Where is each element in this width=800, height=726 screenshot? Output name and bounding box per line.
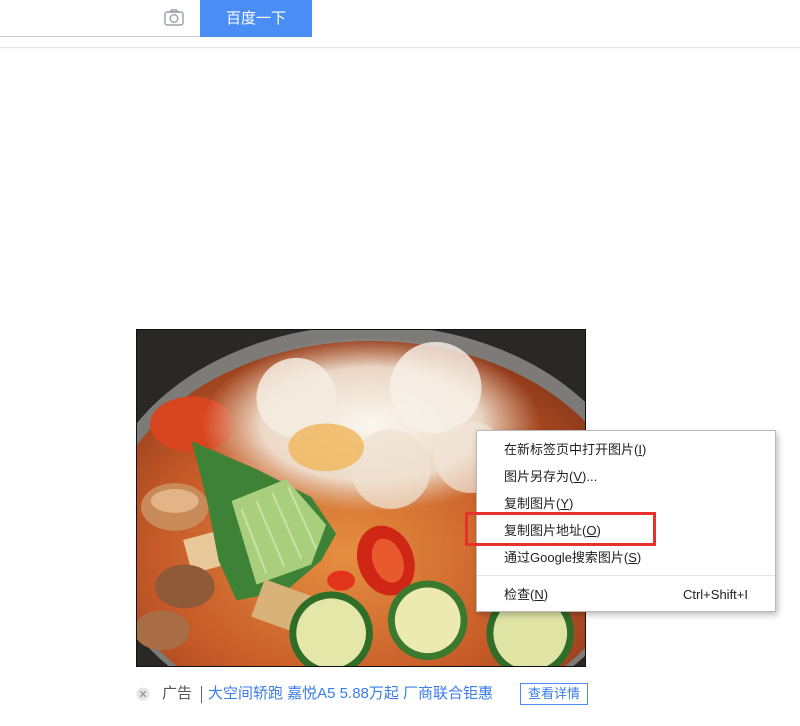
menu-separator <box>477 575 775 576</box>
header-divider <box>0 47 800 48</box>
camera-icon-graphic <box>164 9 184 26</box>
menu-item-label: 复制图片地址(O) <box>504 523 601 538</box>
mnemonic-key: O <box>586 523 597 538</box>
zucchini-flesh <box>296 598 366 666</box>
ad-tag: 广告 <box>162 685 193 702</box>
mnemonic-key: I <box>638 442 642 457</box>
menu-item-search-google-for-image[interactable]: 通过Google搜索图片(S) <box>477 544 775 571</box>
mnemonic-key: N <box>534 587 544 602</box>
ad-detail-button[interactable]: 查看详情 <box>520 683 588 705</box>
close-circle-icon-graphic <box>136 687 150 701</box>
camera-icon[interactable] <box>163 8 185 28</box>
ad-divider <box>201 686 202 703</box>
camera-body <box>164 11 184 26</box>
menu-item-shortcut: Ctrl+Shift+I <box>682 587 748 602</box>
search-button[interactable]: 百度一下 <box>200 0 312 37</box>
menu-item-label: 检查(N) <box>504 587 549 602</box>
egg-yolk <box>288 423 364 472</box>
mnemonic-key: V <box>573 469 583 484</box>
ad-row: 广告 大空间轿跑 嘉悦A5 5.88万起 厂商联合钜惠 查看详情 <box>0 683 800 705</box>
ad-link[interactable]: 大空间轿跑 嘉悦A5 5.88万起 厂商联合钜惠 <box>208 683 493 705</box>
menu-item-label: 通过Google搜索图片(S) <box>504 550 642 565</box>
menu-item-save-image-as[interactable]: 图片另存为(V)... <box>477 463 775 490</box>
menu-item-copy-image-address[interactable]: 复制图片地址(O) <box>477 517 775 544</box>
foam-bubble <box>389 341 482 434</box>
mnemonic-key: S <box>628 550 637 565</box>
menu-item-label: 在新标签页中打开图片(I) <box>504 442 647 457</box>
close-circle-icon[interactable] <box>136 687 150 701</box>
mushroom-gill <box>150 489 199 513</box>
menu-item-inspect[interactable]: 检查(N) Ctrl+Shift+I <box>477 581 775 608</box>
mushroom-cap <box>154 564 215 609</box>
mnemonic-key: Y <box>560 496 570 511</box>
foam-bubble <box>351 429 431 509</box>
menu-item-label: 图片另存为(V)... <box>504 469 598 484</box>
menu-item-open-in-new-tab[interactable]: 在新标签页中打开图片(I) <box>477 436 775 463</box>
context-menu: 在新标签页中打开图片(I) 图片另存为(V)... 复制图片(Y) 复制图片地址… <box>476 430 776 612</box>
camera-lens <box>169 13 179 23</box>
zucchini-flesh <box>394 587 461 654</box>
chili-slice <box>327 570 356 591</box>
menu-item-copy-image[interactable]: 复制图片(Y) <box>477 490 775 517</box>
menu-item-label: 复制图片(Y) <box>504 496 574 511</box>
